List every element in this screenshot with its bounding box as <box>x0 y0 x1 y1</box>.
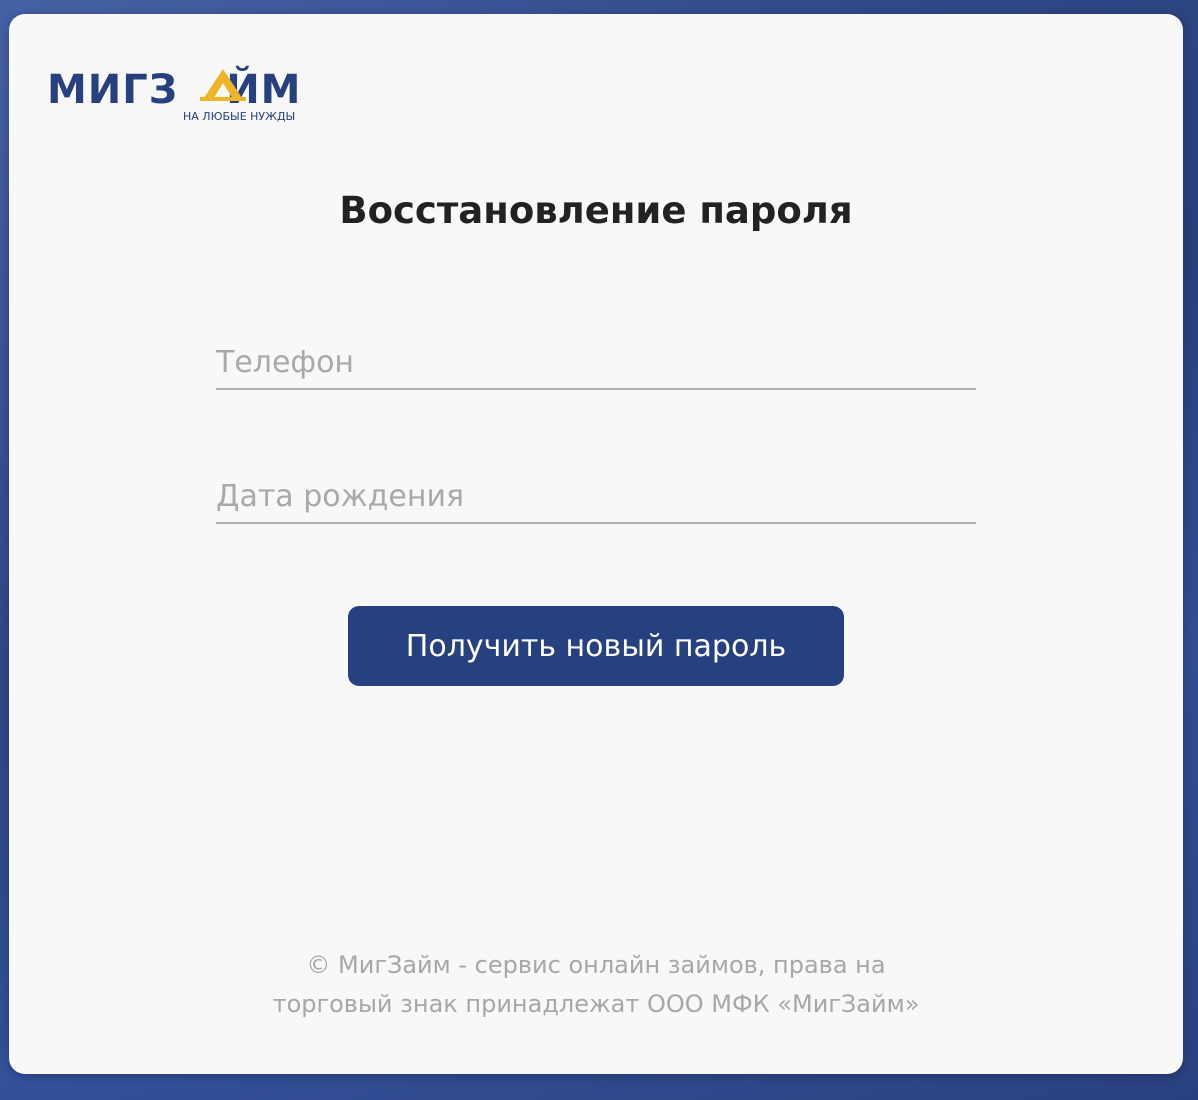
password-recovery-card: МИГЗ ЙМ НА ЛЮБЫЕ НУЖДЫ Восстановление пар… <box>9 14 1183 1074</box>
logo-accent-icon <box>200 69 246 101</box>
logo-text-left: МИГЗ <box>47 67 179 113</box>
get-new-password-button[interactable]: Получить новый пароль <box>348 606 844 686</box>
footer-copyright: © МигЗайм - сервис онлайн займов, права … <box>9 946 1183 1024</box>
birth-date-field <box>216 472 976 524</box>
footer-line-1: © МигЗайм - сервис онлайн займов, права … <box>306 951 886 979</box>
page-title: Восстановление пароля <box>339 189 853 232</box>
phone-input[interactable] <box>216 338 976 386</box>
footer-line-2: торговый знак принадлежат ООО МФК «МигЗа… <box>272 990 920 1018</box>
birth-date-input[interactable] <box>216 472 976 520</box>
logo-tagline: НА ЛЮБЫЕ НУЖДЫ <box>183 110 296 123</box>
logo[interactable]: МИГЗ ЙМ НА ЛЮБЫЕ НУЖДЫ <box>47 62 317 124</box>
phone-field <box>216 338 976 390</box>
